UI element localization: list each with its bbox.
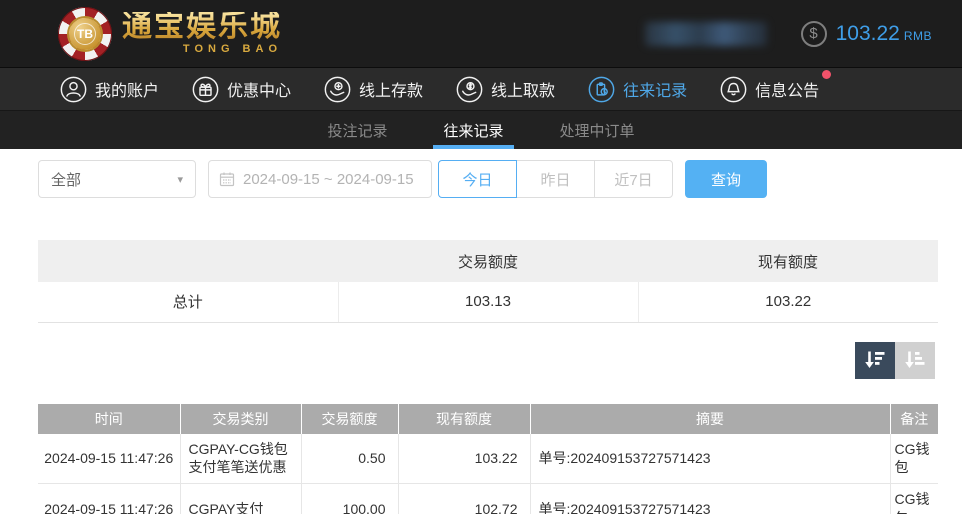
col-header-note: 备注 (890, 404, 938, 434)
cell-note: CG钱包 (890, 434, 938, 484)
sort-descending-button[interactable] (855, 342, 895, 379)
col-header-type: 交易类别 (180, 404, 301, 434)
sub-navigation: 投注记录 往来记录 处理中订单 (0, 110, 962, 149)
quick-yesterday-button[interactable]: 昨日 (516, 160, 595, 198)
user-icon (60, 76, 87, 103)
records-clipboard-icon (588, 76, 615, 103)
brand-name-en: TONG BAO (122, 44, 282, 55)
nav-item-my-account[interactable]: 我的账户 (60, 76, 159, 103)
nav-item-deposit[interactable]: 线上存款 (324, 76, 423, 103)
deposit-hand-coin-icon (324, 76, 351, 103)
summary-transaction-total: 103.13 (338, 282, 638, 322)
nav-label: 线上存款 (359, 77, 423, 101)
notification-dot (822, 70, 831, 79)
cell-type: CGPAY支付 (180, 484, 301, 514)
username-redacted (645, 22, 767, 46)
chip-monogram: TB (74, 23, 96, 45)
cell-amount: 100.00 (301, 484, 398, 514)
cell-type: CGPAY-CG钱包支付笔笔送优惠 (180, 434, 301, 484)
account-area: $ 103.22RMB (645, 21, 932, 47)
brand-name: 通宝娱乐城 (122, 12, 282, 42)
col-header-time: 时间 (38, 404, 180, 434)
table-row: 2024-09-15 11:47:26 CGPAY-CG钱包支付笔笔送优惠 0.… (38, 434, 938, 484)
chevron-down-icon: ▾ (177, 173, 183, 186)
records-table: 时间 交易类别 交易额度 现有额度 摘要 备注 2024-09-15 11:47… (38, 404, 938, 514)
casino-chip-icon: TB (58, 7, 112, 61)
calendar-icon (219, 171, 235, 187)
quick-range-group: 今日 昨日 近7日 (438, 160, 673, 198)
sort-ascending-icon (902, 347, 928, 373)
date-range-picker[interactable]: 2024-09-15 ~ 2024-09-15 (208, 160, 432, 198)
summary-table: 交易额度 现有额度 总计 103.13 103.22 (38, 240, 938, 323)
nav-label: 往来记录 (623, 77, 687, 101)
cell-note: CG钱包 (890, 484, 938, 514)
cell-time: 2024-09-15 11:47:26 (38, 484, 180, 514)
nav-label: 线上取款 (491, 77, 555, 101)
quick-today-button[interactable]: 今日 (438, 160, 517, 198)
cell-balance: 103.22 (398, 434, 530, 484)
quick-7days-button[interactable]: 近7日 (594, 160, 673, 198)
nav-label: 优惠中心 (227, 77, 291, 101)
records-header-row: 时间 交易类别 交易额度 现有额度 摘要 备注 (38, 404, 938, 434)
summary-balance-total: 103.22 (638, 282, 938, 322)
tab-transaction-records[interactable]: 往来记录 (433, 111, 513, 149)
nav-label: 信息公告 (755, 77, 819, 101)
top-header: TB 通宝娱乐城 TONG BAO $ 103.22RMB (0, 0, 962, 67)
category-value: 全部 (51, 169, 81, 190)
summary-header-balance: 现有额度 (638, 240, 938, 282)
summary-header-empty (38, 240, 338, 282)
tab-bet-records[interactable]: 投注记录 (317, 111, 397, 149)
summary-header-transaction: 交易额度 (338, 240, 638, 282)
sort-descending-icon (862, 347, 888, 373)
date-range-value: 2024-09-15 ~ 2024-09-15 (243, 171, 414, 188)
cell-balance: 102.72 (398, 484, 530, 514)
nav-item-promotions[interactable]: 优惠中心 (192, 76, 291, 103)
sort-controls (38, 342, 938, 379)
summary-header-row: 交易额度 现有额度 (38, 240, 938, 282)
nav-item-announcements[interactable]: 信息公告 (720, 76, 819, 103)
summary-total-label: 总计 (38, 282, 338, 322)
main-navigation: 我的账户 优惠中心 线上存款 线上取款 往来记录 (0, 67, 962, 110)
withdraw-hand-coin-icon (456, 76, 483, 103)
brand-logo[interactable]: TB 通宝娱乐城 TONG BAO (58, 7, 282, 61)
cell-summary: 单号:202409153727571423 (530, 434, 890, 484)
balance-amount: 103.22RMB (836, 22, 932, 46)
cell-amount: 0.50 (301, 434, 398, 484)
search-button[interactable]: 查询 (685, 160, 767, 198)
balance-currency: RMB (904, 29, 932, 43)
col-header-balance: 现有额度 (398, 404, 530, 434)
dollar-circle-icon: $ (801, 21, 827, 47)
nav-item-withdraw[interactable]: 线上取款 (456, 76, 555, 103)
bell-icon (720, 76, 747, 103)
category-select[interactable]: 全部 ▾ (38, 160, 196, 198)
nav-label: 我的账户 (95, 77, 159, 101)
cell-time: 2024-09-15 11:47:26 (38, 434, 180, 484)
filter-row: 全部 ▾ 2024-09-15 ~ 2024-09-15 今日 昨日 近7日 查… (38, 160, 962, 198)
sort-ascending-button[interactable] (895, 342, 935, 379)
col-header-summary: 摘要 (530, 404, 890, 434)
nav-item-transactions[interactable]: 往来记录 (588, 76, 687, 103)
col-header-amount: 交易额度 (301, 404, 398, 434)
summary-total-row: 总计 103.13 103.22 (38, 282, 938, 322)
cell-summary: 单号:202409153727571423 (530, 484, 890, 514)
table-row: 2024-09-15 11:47:26 CGPAY支付 100.00 102.7… (38, 484, 938, 514)
gift-icon (192, 76, 219, 103)
tab-processing-orders[interactable]: 处理中订单 (550, 111, 645, 149)
